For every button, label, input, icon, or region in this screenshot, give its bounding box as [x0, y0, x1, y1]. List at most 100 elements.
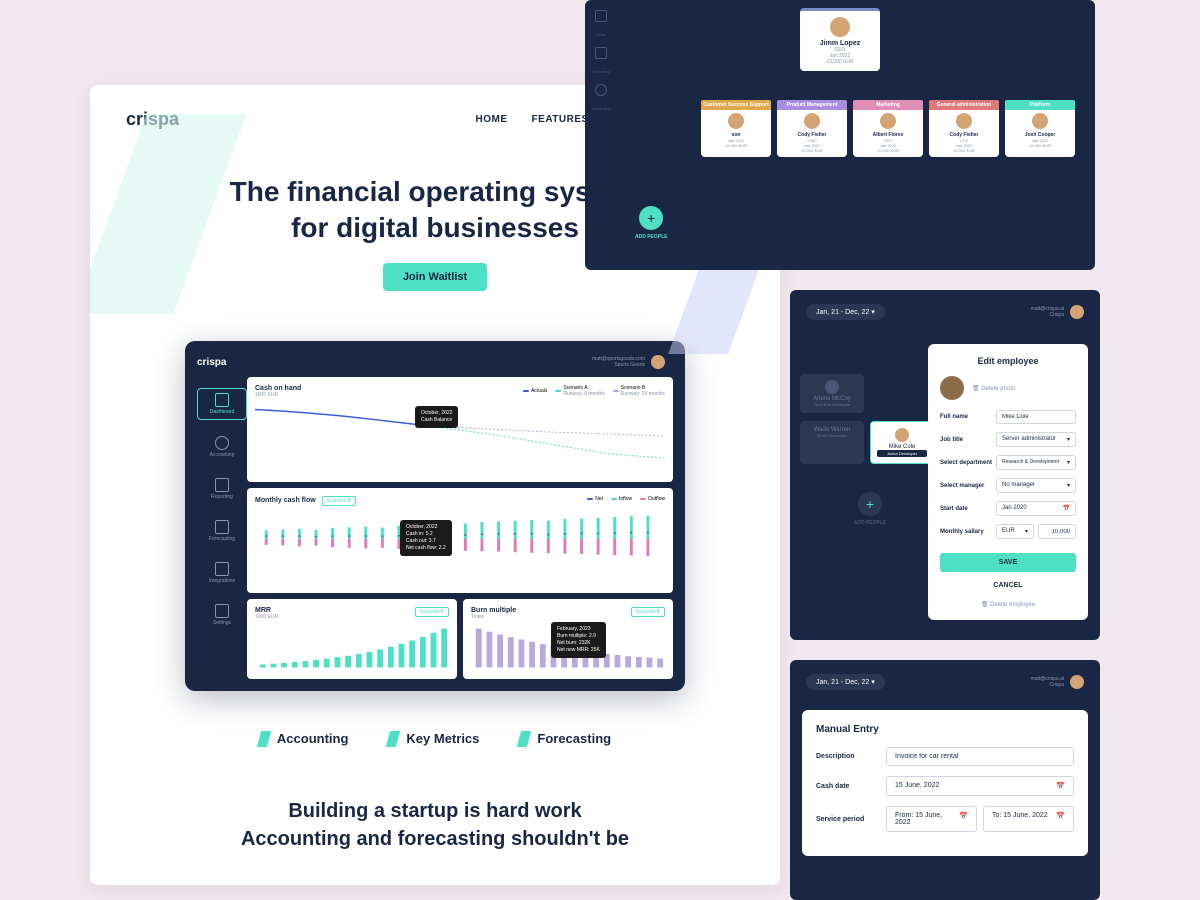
gear-icon — [215, 604, 229, 618]
user-org: Crispa — [1031, 312, 1064, 318]
date-range-picker[interactable]: Jan, 21 - Dec, 22 ▾ — [806, 304, 885, 320]
sidebar-item-accounting[interactable]: Accounting — [197, 432, 247, 462]
avatar — [830, 17, 850, 37]
feature-tags: Accounting Key Metrics Forecasting — [90, 731, 780, 747]
chart-canvas: October, 2022 Cash Balance — [255, 404, 665, 459]
sidebar-item-reporting[interactable]: Reporting — [197, 474, 247, 504]
avatar — [880, 113, 896, 129]
file-icon[interactable] — [595, 47, 607, 59]
user-email: matt@sportsgoods.com — [592, 356, 645, 362]
bg-org-card: Wade Warren Senior Developer — [800, 421, 864, 464]
add-label: ADD PEOPLE — [800, 520, 940, 526]
dept-badge: Customer Success Support — [701, 100, 771, 110]
delete-photo-link[interactable]: 🗑 Delete photo — [972, 385, 1015, 392]
currency-select[interactable]: EUR ▾ — [996, 524, 1034, 539]
manual-entry-panel: Jan, 21 - Dec, 22 ▾ matt@crispa.ai Crisp… — [790, 660, 1100, 900]
sidebar-item-forecasting[interactable]: Forecasting — [197, 516, 247, 546]
delete-employee-link[interactable]: 🗑 Delete employee — [940, 601, 1076, 608]
person-role: Senior Developer — [806, 433, 858, 438]
org-person-card[interactable]: Platform Josh Cooper Jan 2022 10,000 EUR — [1005, 100, 1075, 157]
date-value: To: 15 June, 2022 — [992, 812, 1048, 826]
date-value: From: 15 June, 2022 — [895, 812, 959, 826]
start-date-input[interactable]: Jan 2020📅 — [996, 501, 1076, 516]
home-icon[interactable] — [595, 10, 607, 22]
chevron-down-icon: ▾ — [1025, 528, 1028, 535]
field-label: Full name — [940, 414, 968, 420]
org-person-card[interactable]: Product Management Cody Fisher CMO Jan 2… — [777, 100, 847, 157]
chart-subtitle: 1000 EUR — [255, 392, 301, 398]
description-input[interactable] — [886, 747, 1074, 766]
chevron-down-icon: ▾ — [1067, 482, 1070, 489]
person-role: Front End Developer — [806, 402, 858, 407]
avatar — [825, 380, 839, 394]
cancel-button[interactable]: CANCEL — [940, 576, 1076, 595]
tooltip: October, 2022 Cash Balance — [415, 406, 458, 428]
field-label: Job title — [940, 437, 963, 443]
date-range: Jan, 21 - Dec, 22 — [816, 309, 869, 316]
calendar-icon: 📅 — [1056, 812, 1065, 826]
save-button[interactable]: SAVE — [940, 553, 1076, 572]
cash-date-input[interactable]: 15 June, 2022📅 — [886, 776, 1074, 796]
hero-line2: for digital businesses — [291, 212, 579, 243]
chart-row: MRR 1000 EUR Scenario B Burn multiple Ti… — [247, 599, 673, 679]
date-value: 15 June, 2022 — [895, 782, 939, 790]
subheading-line2: Accounting and forecasting shouldn't be — [90, 825, 780, 853]
chart-title: Burn multiple — [471, 607, 516, 614]
tooltip-value: 2.9 — [589, 633, 596, 639]
org-person-card[interactable]: General administration Cody Fisher CFO J… — [929, 100, 999, 157]
period-to-input[interactable]: To: 15 June, 2022 📅 — [983, 806, 1074, 832]
sidebar-item-integrations[interactable]: Integrations — [197, 558, 247, 588]
calendar-icon: 📅 — [1063, 505, 1070, 512]
org-ceo-card[interactable]: Jimm Lopez CEO Jan 2022 13,000 EUR — [800, 8, 880, 71]
job-title-select[interactable]: Server administrator▾ — [996, 432, 1076, 447]
scenario-badge: Scenario B — [631, 607, 665, 617]
nav-features[interactable]: FEATURES — [532, 114, 589, 125]
add-people[interactable]: + ADD PEOPLE — [800, 492, 940, 526]
join-waitlist-button[interactable]: Join Waitlist — [383, 263, 487, 291]
grid-icon — [215, 393, 229, 407]
avatar — [728, 113, 744, 129]
date-range-picker[interactable]: Jan, 21 - Dec, 22 ▾ — [806, 674, 885, 690]
feature-label: Forecasting — [537, 731, 611, 746]
dept-badge: Product Management — [777, 100, 847, 110]
chart-mrr: MRR 1000 EUR Scenario B — [247, 599, 457, 679]
dashboard-logo: crispa — [197, 357, 247, 368]
field-label: Select department — [940, 460, 992, 466]
department-select[interactable]: Research & Development▾ — [996, 455, 1076, 470]
avatar[interactable] — [1070, 675, 1084, 689]
avatar[interactable] — [651, 355, 665, 369]
avatar — [956, 113, 972, 129]
currency-value: EUR — [1002, 528, 1015, 535]
legend-label: Scenario B — [621, 385, 645, 391]
bg-org-tree: Arlene McCoy Front End Developer Wade Wa… — [800, 374, 940, 526]
dollar-icon[interactable] — [595, 84, 607, 96]
org-person-card[interactable]: Customer Success Support son Jan 2022 10… — [701, 100, 771, 157]
sidebar-label: Reporting — [211, 494, 233, 500]
tooltip-value: 3.7 — [429, 538, 436, 544]
bg-org-card-selected[interactable]: Mike Cole Junior Developer — [870, 421, 934, 464]
chevron-down-icon: ▾ — [1067, 459, 1070, 466]
legend-label: Inflow — [619, 496, 632, 502]
chart-legend: Actuals Scenario ARunway: 8 months Scena… — [523, 385, 665, 397]
legend-label: Actuals — [531, 388, 547, 394]
plus-icon[interactable]: + — [858, 492, 882, 516]
feature-label: Accounting — [277, 731, 349, 746]
nav-home[interactable]: HOME — [476, 114, 508, 125]
subheading: Building a startup is hard work Accounti… — [90, 797, 780, 853]
sidebar-label: Dashboard — [210, 409, 234, 415]
full-name-input[interactable] — [996, 410, 1076, 424]
file-icon — [215, 478, 229, 492]
field-label: Monthly sallary — [940, 529, 984, 535]
avatar[interactable] — [1070, 305, 1084, 319]
sidebar-item-settings[interactable]: Settings — [197, 600, 247, 630]
feature-forecasting: Forecasting — [519, 731, 611, 747]
chart-burn: Burn multiple Times Scenario B February,… — [463, 599, 673, 679]
salary-input[interactable] — [1038, 524, 1076, 539]
manager-select[interactable]: No manager▾ — [996, 478, 1076, 493]
sidebar-item-dashboard[interactable]: Dashboard — [197, 388, 247, 420]
chart-title: MRR — [255, 607, 278, 614]
plug-icon — [215, 562, 229, 576]
org-person-card[interactable]: Marketing Albert Flores CPO Jan 2022 10,… — [853, 100, 923, 157]
period-from-input[interactable]: From: 15 June, 2022📅 — [886, 806, 977, 832]
tooltip-label: Burn multiple: — [557, 633, 588, 639]
